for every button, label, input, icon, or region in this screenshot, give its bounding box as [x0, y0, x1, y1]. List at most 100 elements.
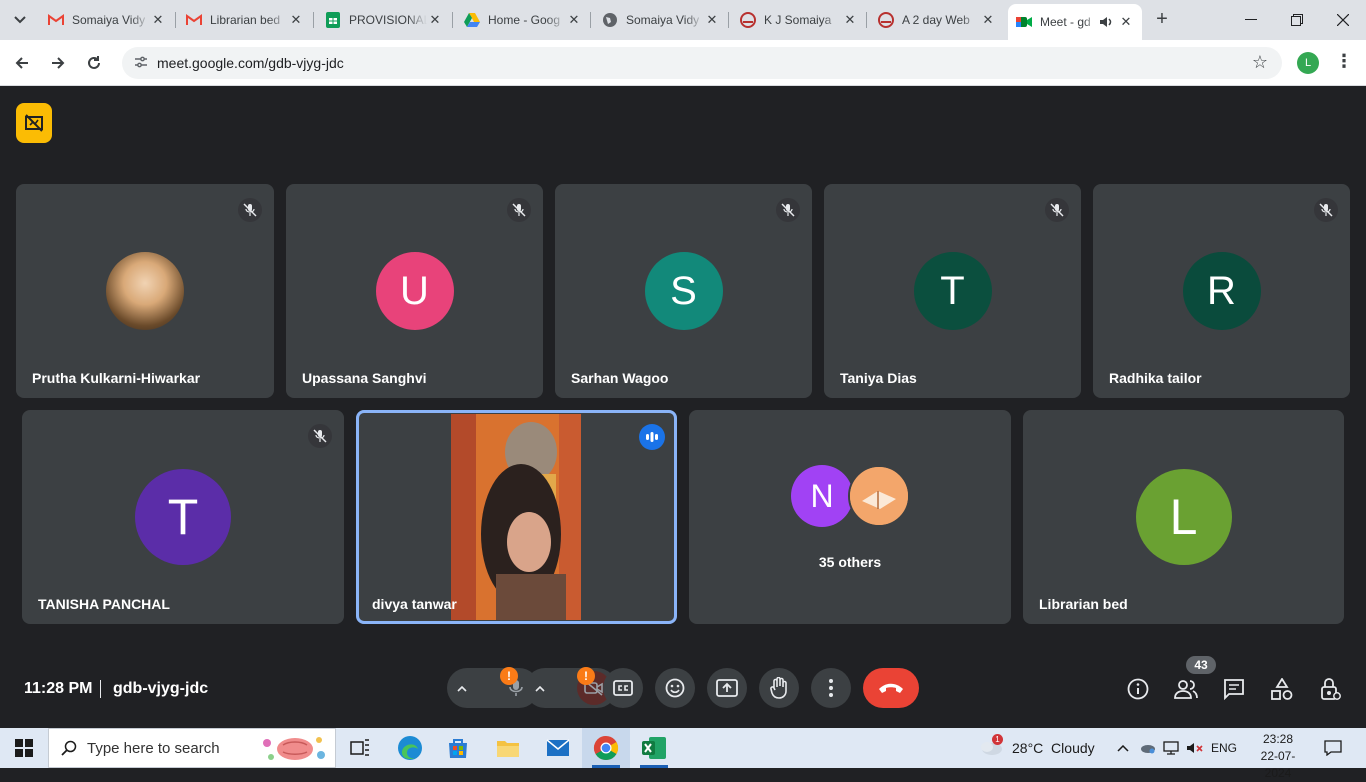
participant-tile[interactable]: T Taniya Dias — [824, 184, 1081, 398]
participant-tile[interactable]: S Sarhan Wagoo — [555, 184, 812, 398]
site-settings-icon[interactable] — [132, 54, 150, 72]
raise-hand-button[interactable] — [759, 668, 799, 708]
participant-name: Prutha Kulkarni-Hiwarkar — [32, 370, 201, 386]
address-bar[interactable]: meet.google.com/gdb-vjyg-jdc ☆ — [122, 47, 1282, 79]
participant-tile[interactable]: L Librarian bed — [1023, 410, 1344, 624]
mail-icon[interactable] — [534, 728, 582, 768]
globe-icon — [602, 12, 618, 28]
activities-icon[interactable] — [1269, 676, 1295, 702]
people-count-badge: 43 — [1186, 656, 1216, 674]
captions-button[interactable] — [603, 668, 643, 708]
participant-photo-avatar — [106, 252, 184, 330]
tab-search-icon[interactable] — [8, 8, 32, 32]
mic-off-icon — [507, 198, 531, 222]
participant-tile[interactable]: R Radhika tailor — [1093, 184, 1350, 398]
close-icon[interactable]: ✕ — [704, 12, 720, 28]
mic-off-icon — [1045, 198, 1069, 222]
meeting-clock: 11:28 PM — [24, 680, 93, 697]
tab-title: Librarian bed — [210, 13, 281, 27]
hand-icon — [770, 677, 787, 699]
host-controls-icon[interactable] — [1317, 676, 1343, 702]
leave-call-button[interactable] — [863, 668, 919, 708]
participant-avatar: R — [1182, 252, 1261, 330]
minimize-button[interactable] — [1228, 0, 1274, 40]
divider — [100, 680, 101, 698]
close-icon[interactable]: ✕ — [427, 12, 443, 28]
others-tile[interactable]: N 35 others — [689, 410, 1011, 624]
task-view-icon[interactable] — [336, 728, 384, 768]
participant-avatar: T — [135, 469, 231, 565]
present-icon — [716, 679, 738, 697]
tab-divider — [590, 12, 591, 28]
participant-name: Taniya Dias — [840, 370, 917, 386]
browser-menu-icon[interactable]: ⋮ — [1334, 51, 1354, 75]
tab-title: K J Somaiya — [764, 13, 832, 27]
mic-warning-badge: ! — [500, 667, 518, 685]
network-icon[interactable] — [1160, 728, 1182, 768]
clock-date: 22-07-2024 — [1260, 749, 1296, 780]
participant-tile-speaking[interactable]: divya tanwar — [356, 410, 677, 624]
edge-icon[interactable] — [386, 728, 434, 768]
present-screen-button[interactable] — [707, 668, 747, 708]
more-options-button[interactable] — [811, 668, 851, 708]
profile-avatar[interactable]: L — [1297, 52, 1319, 74]
new-tab-button[interactable]: + — [1150, 8, 1174, 32]
speaking-indicator-icon — [639, 424, 665, 450]
browser-tab-active[interactable]: Meet - gd ✕ — [1008, 4, 1142, 40]
tab-title: Somaiya Vidy — [626, 13, 700, 27]
browser-tab[interactable]: A 2 day Web ✕ — [870, 6, 1004, 34]
drive-icon — [464, 12, 480, 28]
close-icon[interactable]: ✕ — [842, 12, 858, 28]
speaker-icon[interactable] — [1098, 14, 1114, 30]
somaiya-icon — [740, 12, 756, 28]
sheets-icon — [325, 12, 341, 28]
browser-tab[interactable]: Librarian bed ✕ — [178, 6, 312, 34]
chevron-up-icon[interactable] — [457, 681, 467, 695]
close-icon[interactable]: ✕ — [980, 12, 996, 28]
taskbar-search-box[interactable]: Type here to search — [48, 728, 336, 768]
close-window-button[interactable] — [1320, 0, 1366, 40]
back-button[interactable] — [8, 49, 36, 77]
reactions-button[interactable] — [655, 668, 695, 708]
system-clock[interactable]: 23:28 22-07-2024 — [1250, 731, 1306, 782]
language-indicator[interactable]: ENG — [1208, 728, 1240, 768]
store-icon[interactable] — [434, 728, 482, 768]
excel-icon[interactable] — [630, 728, 678, 768]
browser-tab[interactable]: PROVISIONAL ✕ — [317, 6, 451, 34]
participant-tile[interactable]: T TANISHA PANCHAL — [22, 410, 344, 624]
browser-tab[interactable]: K J Somaiya ✕ — [732, 6, 866, 34]
mic-off-icon — [238, 198, 262, 222]
weather-widget[interactable]: 1 28°C Cloudy — [978, 728, 1095, 768]
tab-title: Somaiya Vidy — [72, 13, 146, 27]
meeting-details-icon[interactable] — [1125, 676, 1151, 702]
no-camera-notice-icon[interactable] — [16, 103, 52, 143]
participant-tile[interactable]: U Upassana Sanghvi — [286, 184, 543, 398]
file-explorer-icon[interactable] — [484, 728, 532, 768]
url-text: meet.google.com/gdb-vjyg-jdc — [157, 55, 344, 71]
browser-tab[interactable]: Home - Goog ✕ — [456, 6, 590, 34]
reload-button[interactable] — [80, 49, 108, 77]
show-hidden-icons-icon[interactable] — [1113, 728, 1133, 768]
chevron-up-icon[interactable] — [535, 681, 545, 695]
close-icon[interactable]: ✕ — [150, 12, 166, 28]
close-icon[interactable]: ✕ — [1118, 14, 1134, 30]
bookmark-star-icon[interactable]: ☆ — [1252, 52, 1268, 73]
chat-icon[interactable] — [1221, 676, 1247, 702]
forward-button[interactable] — [44, 49, 72, 77]
notification-icon[interactable] — [1320, 728, 1346, 768]
chrome-icon[interactable] — [582, 728, 630, 768]
volume-muted-icon[interactable] — [1184, 728, 1206, 768]
onedrive-icon[interactable] — [1136, 728, 1158, 768]
windows-start-icon[interactable] — [0, 728, 48, 768]
hang-up-icon — [879, 683, 903, 693]
people-icon[interactable] — [1173, 676, 1199, 702]
close-icon[interactable]: ✕ — [566, 12, 582, 28]
tab-divider — [452, 12, 453, 28]
gmail-icon — [186, 12, 202, 28]
browser-tab[interactable]: Somaiya Vidy ✕ — [40, 6, 174, 34]
cloud-icon: 1 — [978, 733, 1004, 760]
participant-tile[interactable]: Prutha Kulkarni-Hiwarkar — [16, 184, 274, 398]
restore-button[interactable] — [1274, 0, 1320, 40]
close-icon[interactable]: ✕ — [288, 12, 304, 28]
browser-tab[interactable]: Somaiya Vidy ✕ — [594, 6, 728, 34]
